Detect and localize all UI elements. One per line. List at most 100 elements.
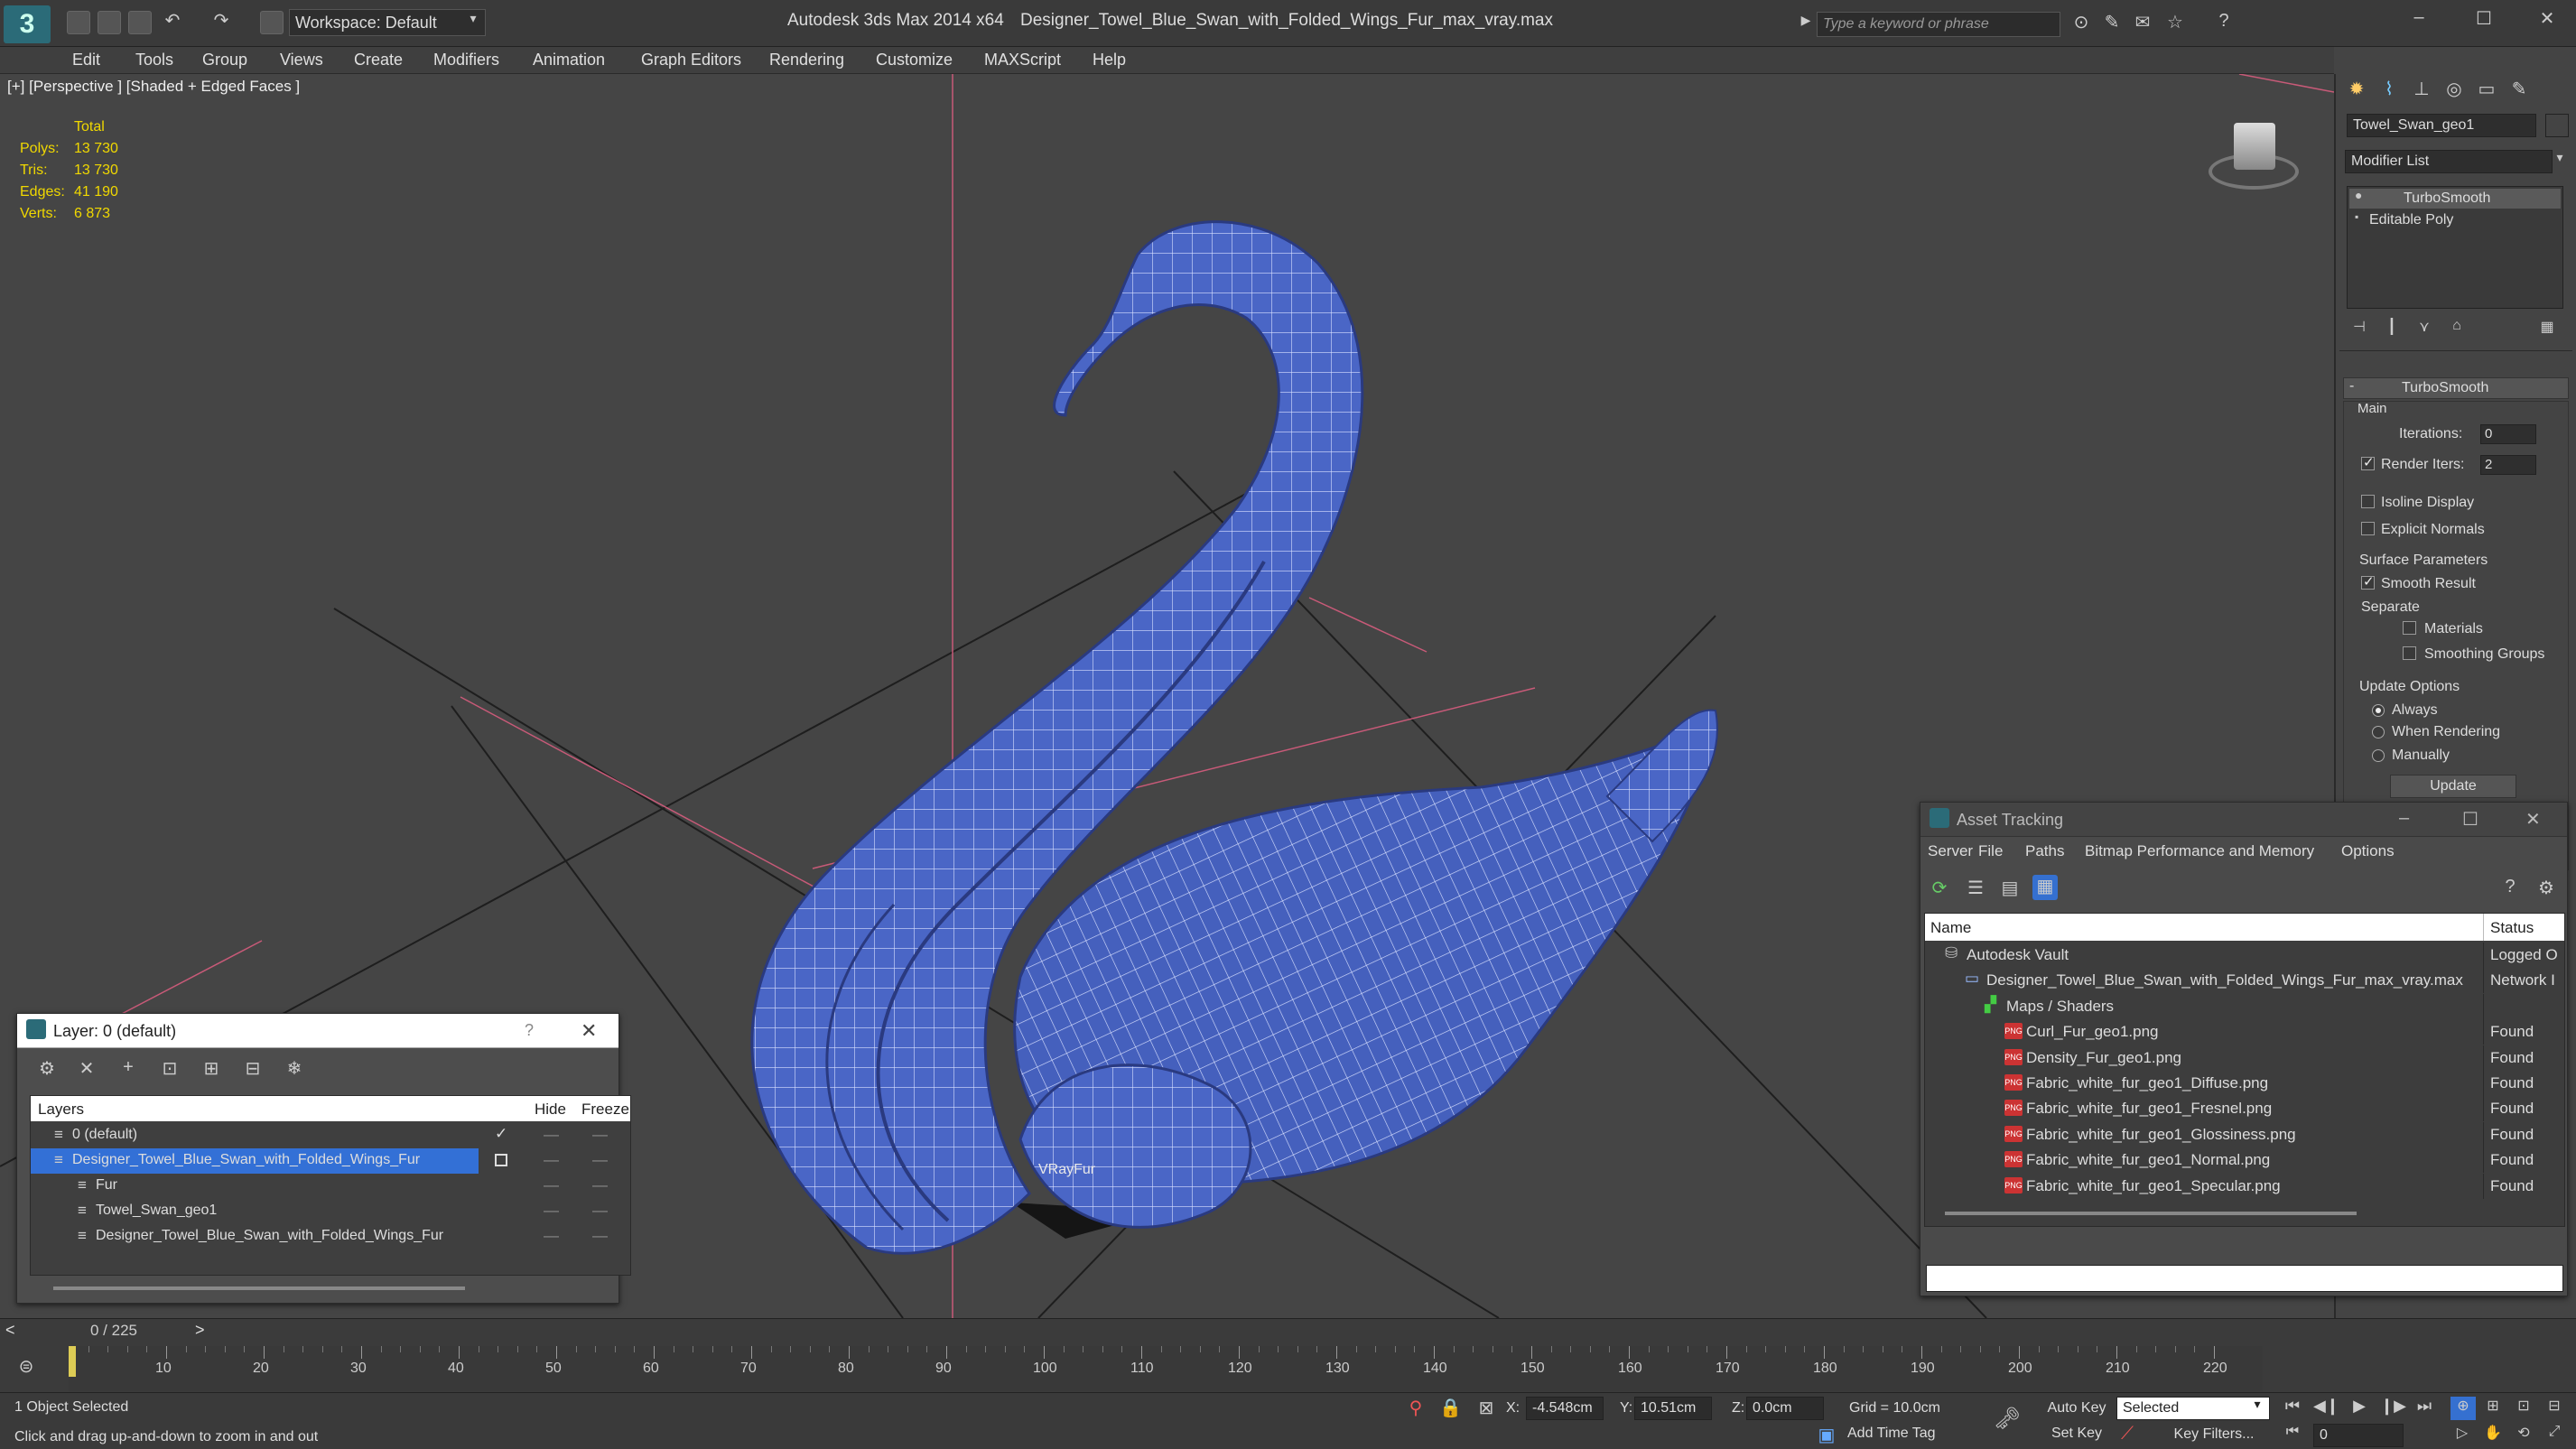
field-of-view-icon[interactable]: ▷	[2450, 1424, 2474, 1442]
asset-row[interactable]: PNG Fabric_white_fur_geo1_Specular.png Fou…	[1925, 1173, 2564, 1199]
hide-toggle[interactable]: —	[544, 1227, 559, 1245]
asset-row[interactable]: PNG Curl_Fur_geo1.png Found	[1925, 1019, 2564, 1045]
time-slider-thumb[interactable]: 0 / 225	[23, 1321, 204, 1341]
lightbulb-icon[interactable]: ●	[2355, 188, 2362, 202]
asset-hscrollbar[interactable]	[1945, 1212, 2357, 1215]
x-coordinate-field[interactable]: -4.548cm	[1526, 1397, 1604, 1420]
zoom-all-icon[interactable]: ⊞	[2481, 1397, 2505, 1415]
help-icon[interactable]: ?	[2212, 11, 2236, 32]
play-icon[interactable]: ▶	[2348, 1397, 2371, 1416]
viewport-label[interactable]: [+] [Perspective ] [Shaded + Edged Faces…	[7, 78, 300, 96]
update-when-rendering-radio[interactable]	[2372, 726, 2385, 738]
chevron-down-icon[interactable]: ▾	[2248, 1397, 2266, 1412]
update-manually-radio[interactable]	[2372, 749, 2385, 762]
asset-row[interactable]: PNG Fabric_white_fur_geo1_Diffuse.png Foun…	[1925, 1071, 2564, 1096]
go-to-start-icon[interactable]: ⏮	[2281, 1397, 2304, 1416]
communication-icon[interactable]: ✉	[2131, 11, 2154, 33]
asset-menu-server[interactable]: Server	[1928, 842, 1973, 860]
hierarchy-tab-icon[interactable]: ⊥	[2408, 78, 2435, 100]
chevron-down-icon[interactable]: ▾	[462, 11, 484, 26]
hide-toggle[interactable]: —	[544, 1126, 559, 1144]
menu-graph-editors[interactable]: Graph Editors	[641, 51, 741, 70]
asset-row[interactable]: PNG Density_Fur_geo1.png Found	[1925, 1045, 2564, 1071]
thumbnail-view-icon[interactable]: ▤	[1998, 877, 2022, 899]
asset-row[interactable]: ⛁ Autodesk Vault Logged O	[1925, 943, 2564, 968]
next-frame-icon[interactable]: ❙▶	[2380, 1397, 2406, 1416]
timeline-track[interactable]: 10 20 30 40 50 60 70 80 90 100 110 120 130 140 150 160 1…	[69, 1346, 2263, 1391]
update-button[interactable]: Update	[2390, 775, 2516, 798]
y-coordinate-field[interactable]: 10.51cm	[1634, 1397, 1712, 1420]
object-color-swatch[interactable]	[2545, 114, 2569, 137]
workspace-dropdown[interactable]: Workspace: Default	[289, 9, 486, 36]
auto-key-button[interactable]: Auto Key	[2041, 1397, 2113, 1420]
redo-icon[interactable]: ↷	[208, 9, 235, 32]
hide-toggle[interactable]: —	[544, 1176, 559, 1194]
key-mode-toggle-icon[interactable]: ⏮	[2281, 1424, 2304, 1440]
current-frame-field[interactable]: 0	[2313, 1424, 2404, 1447]
hide-toggle[interactable]: —	[544, 1202, 559, 1220]
menu-modifiers[interactable]: Modifiers	[433, 51, 499, 70]
zoom-extents-all-icon[interactable]: ⊟	[2543, 1397, 2566, 1415]
timeline-cursor[interactable]	[69, 1346, 76, 1377]
key-filters-button[interactable]: Key Filters...	[2160, 1424, 2268, 1445]
favorites-star-icon[interactable]: ☆	[2163, 11, 2187, 33]
select-objects-icon[interactable]: ⊡	[158, 1057, 181, 1080]
show-end-result-icon[interactable]: ┃	[2381, 318, 2403, 336]
expand-icon[interactable]: ▪	[2355, 210, 2358, 223]
maximize-viewport-icon[interactable]: ⤢	[2543, 1424, 2566, 1440]
add-time-tag-button[interactable]: Add Time Tag	[1847, 1426, 1936, 1442]
render-iters-spinner[interactable]: 2	[2480, 455, 2536, 475]
close-icon[interactable]: ✕	[2534, 7, 2561, 30]
settings-icon[interactable]: ⚙	[2534, 877, 2558, 899]
highlight-layer-icon[interactable]: ⊞	[200, 1057, 223, 1080]
list-view-icon[interactable]: ☰	[1964, 877, 1987, 899]
set-key-button[interactable]: Set Key	[2041, 1422, 2113, 1445]
open-file-icon[interactable]	[98, 11, 121, 34]
next-frame-arrow[interactable]: >	[195, 1321, 205, 1340]
binoculars-icon[interactable]: ⊙	[2069, 11, 2093, 33]
close-icon[interactable]: ✕	[2525, 808, 2541, 831]
layer-row[interactable]: ≡ Towel_Swan_geo1 — —	[31, 1199, 630, 1224]
asset-row[interactable]: ▞ Maps / Shaders	[1925, 993, 2564, 1019]
pin-icon[interactable]: ⚲	[1405, 1397, 1427, 1419]
materials-checkbox[interactable]	[2403, 621, 2416, 635]
set-current-layer-box[interactable]	[495, 1154, 507, 1166]
undo-icon[interactable]: ↶	[159, 9, 186, 32]
freeze-toggle[interactable]: —	[592, 1151, 608, 1169]
stack-item-editable-poly[interactable]: ▪ Editable Poly	[2349, 210, 2561, 230]
modify-tab-icon[interactable]: ⌇	[2376, 78, 2403, 100]
set-key-icon[interactable]: 🗝	[1992, 1406, 2023, 1432]
help-icon[interactable]: ?	[525, 1021, 534, 1040]
add-to-layer-icon[interactable]: +	[116, 1057, 140, 1078]
key-set-dropdown[interactable]: Selected	[2116, 1397, 2270, 1420]
menu-animation[interactable]: Animation	[533, 51, 605, 70]
menu-group[interactable]: Group	[202, 51, 247, 70]
freeze-toggle[interactable]: —	[592, 1176, 608, 1194]
asset-menu-options[interactable]: Options	[2341, 842, 2395, 860]
stack-item-turbosmooth[interactable]: ● TurboSmooth	[2349, 188, 2561, 209]
chevron-down-icon[interactable]: ▾	[2551, 150, 2569, 165]
render-iters-checkbox[interactable]	[2361, 454, 2375, 470]
zoom-icon[interactable]: ⊕	[2450, 1397, 2476, 1420]
previous-frame-icon[interactable]: ◀❙	[2313, 1397, 2339, 1416]
menu-help[interactable]: Help	[1093, 51, 1126, 70]
pin-stack-icon[interactable]: ⊣	[2348, 318, 2370, 336]
maximize-icon[interactable]: ☐	[2462, 808, 2478, 831]
asset-row[interactable]: PNG Fabric_white_fur_geo1_Glossiness.png F…	[1925, 1121, 2564, 1147]
display-tab-icon[interactable]: ▭	[2473, 78, 2500, 100]
asset-menu-file[interactable]: File	[1978, 842, 2003, 860]
orbit-icon[interactable]: ⟲	[2512, 1424, 2535, 1442]
z-coordinate-field[interactable]: 0.0cm	[1746, 1397, 1824, 1420]
time-slider-track[interactable]: < 0 / 225 >	[0, 1321, 2257, 1342]
table-view-icon[interactable]: ▦	[2032, 875, 2058, 900]
create-tab-icon[interactable]: ✹	[2343, 78, 2370, 100]
menu-rendering[interactable]: Rendering	[769, 51, 844, 70]
mini-curve-editor-icon[interactable]: ⊜	[13, 1355, 40, 1378]
minimize-icon[interactable]: –	[2405, 7, 2432, 28]
asset-row[interactable]: PNG Fabric_white_fur_geo1_Fresnel.png Foun…	[1925, 1096, 2564, 1122]
project-folder-icon[interactable]	[260, 11, 284, 34]
close-icon[interactable]: ✕	[581, 1019, 597, 1043]
delete-layer-icon[interactable]: ✕	[75, 1057, 98, 1080]
freeze-toggle[interactable]: —	[592, 1202, 608, 1220]
new-file-icon[interactable]	[67, 11, 90, 34]
